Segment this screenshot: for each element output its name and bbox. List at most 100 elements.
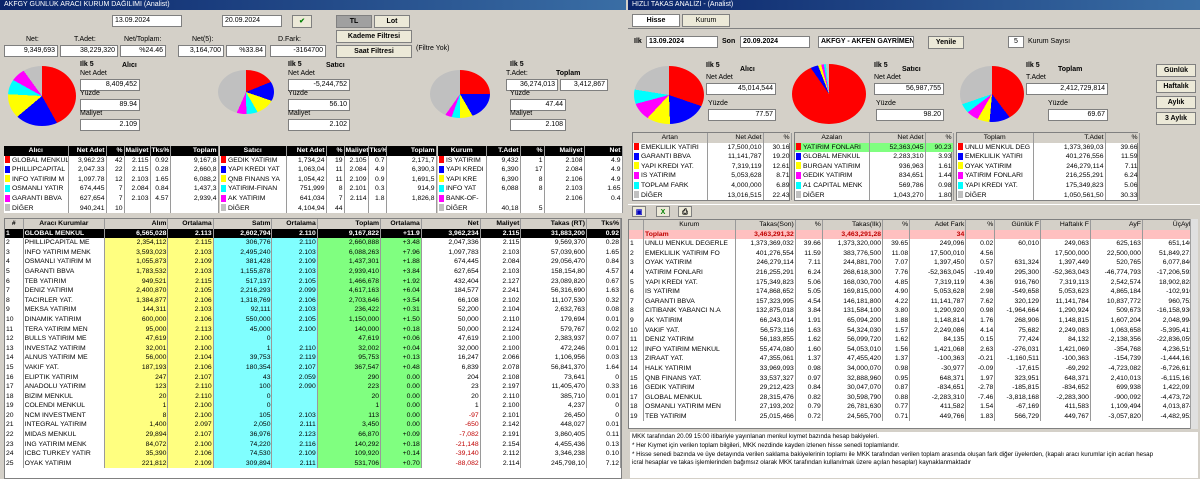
summary-row[interactable]: YAPI KREDI YAT. 7,319,119 12.61	[633, 161, 792, 172]
summary-row[interactable]: QNB FINANS YA 1,054,42 11 2.109 0.9 1,691,5	[220, 174, 437, 185]
summary-row[interactable]: OSMANLI YATIR 674,445 7 2.084 0.84 1,437,3	[4, 184, 219, 194]
table-row[interactable]: 19 COLENDI MENKUL 1 2.100 0 1 0.00 1 2.100 4,237 0	[5, 401, 621, 411]
summary-row[interactable]: YAPI KREDI 6,390 17 2.084 4.9	[438, 165, 623, 175]
summary-row[interactable]: GLOBAL MENKUL 3,962.23 42 2.115 0.92 9,167,8	[4, 155, 219, 166]
summary-row[interactable]: DİĞER 13,016,515 22.43	[633, 190, 792, 201]
takas-analysis-grid[interactable]: Kurum Takas(Son)% Takas(Ilk)% Adet Fark% Gün…	[628, 219, 1196, 429]
gunluk-button[interactable]: Günlük	[1156, 64, 1196, 77]
table-row[interactable]: 1 UNLU MENKUL DEGERLE 1,373,369,032 39.66 1,…	[629, 239, 1195, 249]
table-row[interactable]: 13 INVESTAZ YATIRIM 32,001 2.100 1 2.110 32,00…	[5, 343, 621, 354]
broker-distribution-grid[interactable]: # Aracı Kurumlar Alım Ortalama Satım Ortalama…	[4, 218, 622, 479]
column-header[interactable]: #	[5, 219, 24, 229]
table-row[interactable]: 9 AK YATIRIM 66,243,014 1.91 65,094,200 1.88 1…	[629, 315, 1195, 326]
summary-row[interactable]: A1 CAPITAL MENK 569,786 0.98	[795, 180, 954, 191]
column-header[interactable]: %	[882, 220, 911, 230]
table-row[interactable]: 24 ICBC TURKEY YATIR 35,390 2.106 74,530 2.10…	[5, 449, 621, 459]
column-header[interactable]: Aracı Kurumlar	[23, 219, 106, 229]
column-header[interactable]: %	[965, 220, 996, 230]
summary-row[interactable]: DİĞER 40,18 5	[438, 203, 623, 214]
excel-icon[interactable]: X	[656, 206, 670, 217]
table-row[interactable]: 9 MEKSA YATIRIM 144,311 2.103 92,111 2.103 236…	[5, 305, 621, 315]
summary-row[interactable]: GEDIK YATIRIM 834,651 1.44	[795, 171, 954, 181]
column-header[interactable]: Haftalık F	[1040, 220, 1091, 230]
table-row[interactable]: 3 OYAK YATIRIM 246,279,114 7.11 244,881,700 7…	[629, 258, 1195, 268]
table-row[interactable]: 11 TERA YATIRIM MEN 95,000 2.113 45,000 2.100…	[5, 324, 621, 335]
lot-toggle[interactable]: Lot	[374, 15, 410, 28]
save-icon[interactable]: ▣	[632, 206, 646, 217]
table-row[interactable]: 10 DINAMIK YATIRIM 600,000 2.106 550,000 2.10…	[5, 314, 621, 325]
symbol-select[interactable]: AKFGY - AKFEN GAYRİMENKUL	[818, 36, 914, 48]
summary-row[interactable]: GARANTI BBVA 11,141,787 19.20	[633, 152, 792, 162]
summary-row[interactable]: YATIRIM-FINAN 751,999 8 2.101 0.3 914,9	[220, 184, 437, 194]
table-row[interactable]: 19 TEB YATIRIM 25,015,466 0.72 24,565,700 0.7…	[629, 411, 1195, 422]
summary-row[interactable]: INFO YATIRIM M 1,097.78 12 2.103 1.65 6,088,2	[4, 174, 219, 185]
column-header[interactable]	[629, 220, 645, 230]
summary-row[interactable]: EMEKLILIK YATIRI 401,276,556 11.59	[957, 152, 1140, 162]
saat-filter-button[interactable]: Saat Filtresi	[336, 45, 412, 58]
table-row[interactable]: 8 CITIBANK YABANCI N.A 132,875,018 3.84 131,…	[629, 306, 1195, 316]
column-header[interactable]: %	[795, 220, 823, 230]
table-row[interactable]: 6 TEB YATIRIM 949,521 2.115 517,137 2.105 1,46…	[5, 276, 621, 287]
table-row[interactable]: 13 ZIRAAT YAT. 47,355,061 1.37 47,455,420 1.3…	[629, 354, 1195, 364]
summary-row[interactable]: YAPI KREDI YAT. 175,349,823 5.06	[957, 180, 1140, 191]
column-header[interactable]: Ortalama	[380, 219, 422, 229]
summary-row[interactable]: PHILLIPCAPITAL 2,047.33 22 2.115 0.28 2,660,8	[4, 165, 219, 175]
summary-row[interactable]: YAPI KRE 6,390 8 2.106 4.9	[438, 174, 623, 185]
confirm-button[interactable]: ✔	[292, 15, 312, 28]
tab-kurum[interactable]: Kurum	[682, 14, 730, 27]
column-header[interactable]: Ortalama	[271, 219, 318, 229]
table-row[interactable]: 18 BIZIM MENKUL 20 2.110 0 20 0.00 20 2.110 385,7…	[5, 391, 621, 402]
column-header[interactable]: Takas (RT)	[520, 219, 587, 229]
tl-toggle[interactable]: TL	[336, 15, 372, 28]
table-row[interactable]: 3 INFO YATIRIM MENK 3,593,023 2.103 2,495,24…	[5, 247, 621, 258]
summary-row[interactable]: DİĞER 940,241 10	[4, 203, 219, 214]
table-row[interactable]: 7 GARANTI BBVA 157,323,995 4.54 146,181,800 4…	[629, 296, 1195, 307]
table-row[interactable]: 16 GEDIK YATIRIM 29,212,423 0.84 30,047,070 0…	[629, 383, 1195, 393]
column-header[interactable]: Toplam	[317, 219, 382, 229]
table-row[interactable]: 22 MIDAS MENKUL 29,894 2.107 36,976 2.123 66,8…	[5, 430, 621, 440]
column-header[interactable]: AyF	[1090, 220, 1143, 230]
table-row[interactable]: 1 GLOBAL MENKUL 6,565,028 2.113 2,602,794 2.1…	[5, 228, 621, 239]
table-row[interactable]: 15 QNB FINANS YAT. 33,537,327 0.97 32,888,96…	[629, 373, 1195, 384]
summary-row[interactable]: YAPI KREDI YAT 1,063,04 11 2.084 4.9 6,390,3	[220, 165, 437, 175]
table-row[interactable]: 4 OSMANLI YATIRIM M 1,055,873 2.109 381,428 2…	[5, 257, 621, 267]
summary-row[interactable]: GEDIK YATIRIM 1,734,24 19 2.105 0.7 2,171,7	[220, 155, 437, 166]
column-header[interactable]: Ortalama	[167, 219, 214, 229]
summary-row[interactable]: IS YATIRIM 5,053,628 8.71	[633, 171, 792, 181]
summary-row[interactable]: GARANTI BBVA 627,654 7 2.103 4.57 2,939,4	[4, 193, 219, 204]
grid-scrollbar[interactable]	[1190, 219, 1198, 429]
summary-row[interactable]: TOPLAM FARK 4,000,000 6.89	[633, 180, 792, 191]
table-row[interactable]: 10 VAKIF YAT. 56,573,116 1.63 54,324,030 1.57…	[629, 325, 1195, 336]
column-header[interactable]: Günlük F	[994, 220, 1042, 230]
column-header[interactable]: Takas(Son)	[735, 220, 796, 230]
column-header[interactable]: Net	[421, 219, 481, 229]
summary-row[interactable]: UNLU MENKUL DEG 1,373,369,03 39.66	[957, 142, 1140, 153]
table-row[interactable]: 12 INFO YATIRIM MENKUL 55,474,080 1.60 54,05…	[629, 344, 1195, 355]
summary-row[interactable]: IS YATIRIM 9,432 1 2.108 4.9	[438, 155, 623, 166]
table-row[interactable]: 15 VAKIF YAT. 187,193 2.106 180,354 2.107 367,…	[5, 362, 621, 373]
summary-row[interactable]: YATIRIM FONLARI 216,255,291 6.24	[957, 171, 1140, 181]
table-row[interactable]: 17 ANADOLU YATIRIM 123 2.110 100 2.090 223 0.00…	[5, 382, 621, 392]
table-row[interactable]: 18 OSMANLI YATIRIM MEN 27,193,202 0.79 26,78…	[629, 402, 1195, 412]
table-row[interactable]: 5 YAPI KREDI YAT. 175,349,823 5.06 168,030,7…	[629, 277, 1195, 288]
table-row[interactable]: 20 NCM INVESTMENT 8 2.100 105 2.103 113 0.00 -97…	[5, 410, 621, 421]
print-icon[interactable]: ⎙	[678, 206, 692, 217]
tab-hisse[interactable]: Hisse	[632, 14, 680, 27]
kurum-sayisi-field[interactable]: 5	[1008, 36, 1024, 48]
summary-row[interactable]: GLOBAL MENKUL 2,283,310 3.93	[795, 152, 954, 162]
summary-row[interactable]: BURGAN YATIRIM 936,963 1.61	[795, 161, 954, 172]
summary-row[interactable]: EMEKLILIK YATIRI 17,500,010 30.16	[633, 142, 792, 153]
summary-row[interactable]: DİĞER 4,104,94 44	[220, 203, 437, 214]
column-header[interactable]: Alım	[104, 219, 169, 229]
yenile-button[interactable]: Yenile	[928, 36, 964, 49]
table-row[interactable]: 7 DENIZ YATIRIM 2,400,870 2.105 2,216,293 2.0…	[5, 286, 621, 296]
summary-row[interactable]: BANK-OF- 2.106 0.4	[438, 193, 623, 204]
table-row[interactable]: 12 BULLS YATIRIM ME 47,619 2.100 0 47,619 +0.0…	[5, 334, 621, 344]
column-header[interactable]: Takas(Ilk)	[822, 220, 884, 230]
table-row[interactable]: 23 ING YATIRIM MENK 84,072 2.100 74,220 2.116…	[5, 439, 621, 450]
table-row[interactable]: 8 TACIRLER YAT. 1,384,877 2.106 1,318,769 2.1…	[5, 295, 621, 306]
table-row[interactable]: 2 PHILLIPCAPITAL ME 2,354,112 2.115 306,776 2…	[5, 238, 621, 248]
date-to-field[interactable]: 20.09.2024	[222, 15, 282, 27]
summary-row[interactable]: YATIRIM FONLARI 52,363,045 90.23	[795, 142, 954, 153]
table-row[interactable]: 16 ELIPTIK YATIRIM 247 2.107 43 2.059 290 0.00 2…	[5, 372, 621, 383]
